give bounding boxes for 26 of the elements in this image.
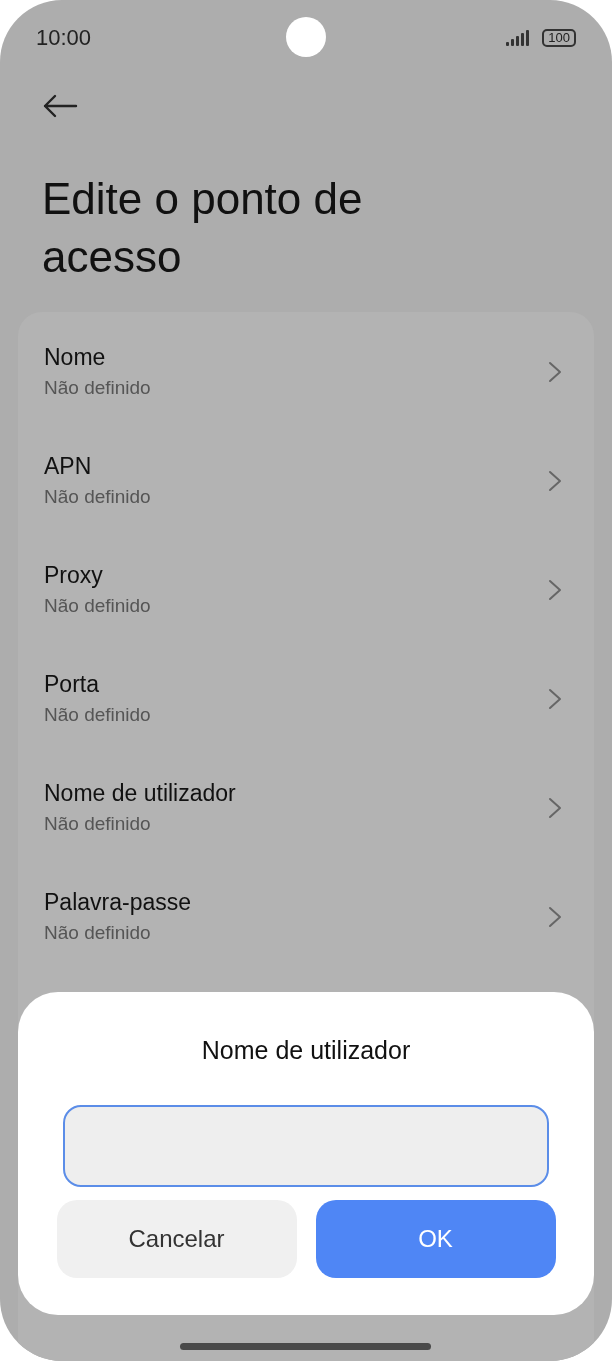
- setting-value: Não definido: [44, 813, 152, 835]
- chevron-right-icon[interactable]: [548, 905, 562, 928]
- back-arrow-icon[interactable]: [42, 94, 78, 118]
- chevron-right-icon[interactable]: [548, 578, 562, 601]
- setting-value: Não definido: [44, 922, 152, 944]
- setting-label[interactable]: Nome: [44, 344, 151, 371]
- page-title: Edite o ponto de acesso: [42, 173, 364, 283]
- setting-label[interactable]: Proxy: [44, 562, 151, 589]
- input-field[interactable]: [63, 1105, 549, 1187]
- cancel-button[interactable]: Cancelar: [56, 1200, 297, 1278]
- setting-label[interactable]: Palavra-passe: [44, 889, 192, 916]
- setting-value: Não definido: [44, 486, 151, 508]
- status-time: 10:00: [36, 25, 92, 51]
- setting-label[interactable]: APN: [44, 453, 151, 480]
- chevron-right-icon[interactable]: [548, 469, 562, 492]
- chevron-right-icon[interactable]: [548, 360, 562, 383]
- setting-label[interactable]: Nome de utilizador: [44, 780, 236, 807]
- chevron-right-icon[interactable]: [548, 796, 562, 819]
- setting-value: Não definido: [44, 377, 151, 399]
- chevron-right-icon[interactable]: [548, 687, 562, 710]
- setting-value: Não definido: [44, 595, 151, 617]
- battery-indicator: 100: [542, 29, 576, 47]
- setting-label[interactable]: Porta: [44, 671, 151, 698]
- dialog-title: Nome de utilizador: [201, 1036, 411, 1065]
- camera-hole: [286, 17, 326, 57]
- setting-value: Não definido: [44, 704, 151, 726]
